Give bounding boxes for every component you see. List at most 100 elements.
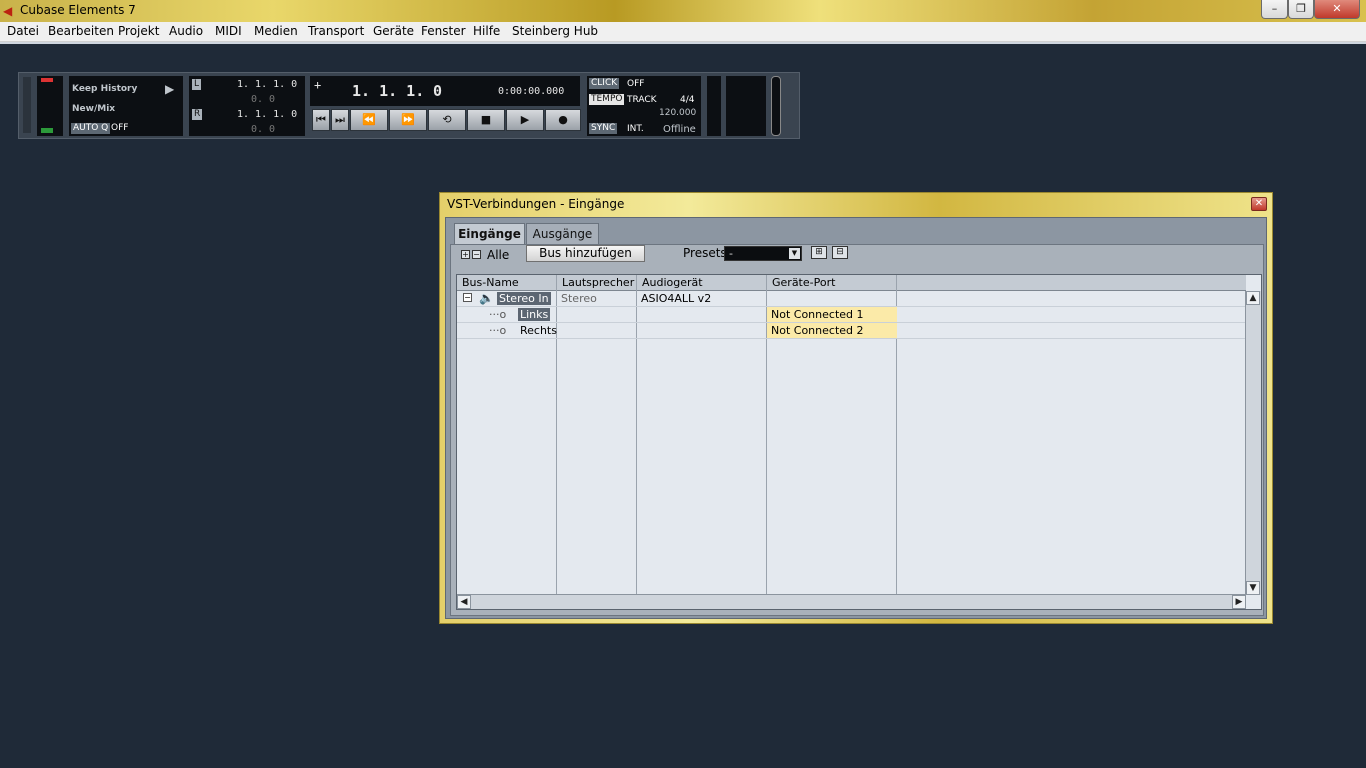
marker-panel (707, 76, 721, 136)
left-locator-value[interactable]: 1. 1. 1. 0 (237, 79, 297, 90)
sync-label[interactable]: SYNC (589, 123, 618, 134)
rewind-button[interactable]: ⏪ (350, 109, 388, 131)
vertical-scrollbar[interactable]: ▲ ▼ (1245, 291, 1261, 595)
sync-status: Offline (663, 124, 696, 135)
app-titlebar: ◀ Cubase Elements 7 – ❐ ✕ (0, 0, 1366, 22)
col-audiogeraet[interactable]: Audiogerät (642, 276, 703, 289)
presets-value: - (729, 247, 733, 260)
device-cell[interactable]: ASIO4ALL v2 (641, 292, 711, 305)
menu-midi[interactable]: MIDI (215, 24, 242, 38)
scroll-up-icon[interactable]: ▲ (1246, 291, 1260, 305)
menu-hilfe[interactable]: Hilfe (473, 24, 500, 38)
right-locator-value[interactable]: 1. 1. 1. 0 (237, 109, 297, 120)
cubase-logo-icon: ◀ (3, 4, 13, 18)
go-to-start-button[interactable]: ⏮ (312, 109, 330, 131)
dialog-close-button[interactable]: ✕ (1251, 197, 1267, 211)
menu-fenster[interactable]: Fenster (421, 24, 466, 38)
dialog-title: VST-Verbindungen - Eingänge (447, 197, 625, 211)
right-locator-sub: 0. 0 (251, 124, 276, 135)
menu-steinberg-hub[interactable]: Steinberg Hub (512, 24, 598, 38)
left-locator-sub: 0. 0 (251, 94, 276, 105)
col-bus-name[interactable]: Bus-Name (462, 276, 519, 289)
scroll-left-icon[interactable]: ◀ (457, 595, 471, 609)
history-newmix[interactable]: New/Mix (72, 104, 115, 114)
nudge-plus-icon[interactable]: + (314, 78, 321, 92)
input-meter (37, 76, 63, 136)
bus-name-cell[interactable]: Stereo In (497, 292, 551, 305)
table-row[interactable]: ···o Rechts Not Connected 2 (457, 323, 1246, 339)
col-geraete-port[interactable]: Geräte-Port (772, 276, 835, 289)
forward-button[interactable]: ⏩ (389, 109, 427, 131)
horizontal-scrollbar[interactable]: ◀ ▶ (457, 594, 1246, 609)
position-display: + 1. 1. 1. 0 0:00:00.000 (310, 76, 580, 106)
app-title: Cubase Elements 7 (20, 3, 136, 17)
menu-geraete[interactable]: Geräte (373, 24, 414, 38)
stop-button[interactable]: ■ (467, 109, 505, 131)
delete-preset-icon[interactable]: ⊟ (832, 246, 848, 259)
table-row[interactable]: ···o Links Not Connected 1 (457, 307, 1246, 323)
bus-name-cell[interactable]: Links (518, 308, 551, 321)
click-value: OFF (627, 79, 645, 89)
toolbar-divider (0, 42, 1366, 44)
volume-slider[interactable] (771, 76, 781, 136)
tab-eingaenge[interactable]: Eingänge (454, 223, 525, 244)
presets-select[interactable]: - ▼ (724, 246, 802, 261)
scroll-right-icon[interactable]: ▶ (1232, 595, 1246, 609)
panel-scroll-handle[interactable] (23, 77, 31, 133)
bus-table: Bus-Name Lautsprecher Audiogerät Geräte-… (456, 274, 1262, 610)
port-cell[interactable]: Not Connected 1 (771, 308, 864, 321)
right-locator-icon[interactable]: R (192, 109, 203, 120)
speaker-icon: 🔈 (479, 291, 494, 305)
position-time[interactable]: 0:00:00.000 (498, 86, 564, 97)
table-row[interactable]: − 🔈 Stereo In Stereo ASIO4ALL v2 (457, 291, 1246, 307)
go-to-end-button[interactable]: ⏭ (331, 109, 349, 131)
menu-audio[interactable]: Audio (169, 24, 203, 38)
save-preset-icon[interactable]: ⊞ (811, 246, 827, 259)
tempo-label[interactable]: TEMPO (589, 94, 625, 105)
expand-all-icon[interactable]: + (461, 250, 470, 259)
speaker-cell[interactable]: Stereo (561, 292, 597, 305)
history-panel: Keep History New/Mix AUTO Q OFF ▶ (69, 76, 183, 136)
record-button[interactable]: ● (545, 109, 581, 131)
port-cell[interactable]: Not Connected 2 (771, 324, 864, 337)
close-button[interactable]: ✕ (1314, 0, 1360, 19)
time-signature[interactable]: 4/4 (680, 95, 694, 105)
maximize-button[interactable]: ❐ (1288, 0, 1314, 19)
collapse-all-icon[interactable]: − (472, 250, 481, 259)
tempo-value[interactable]: 120.000 (659, 108, 696, 118)
table-header: Bus-Name Lautsprecher Audiogerät Geräte-… (457, 275, 1246, 291)
click-label[interactable]: CLICK (589, 78, 620, 89)
click-tempo-sync-panel: CLICK OFF TEMPO TRACK 4/4 120.000 SYNC I… (587, 76, 701, 136)
menu-medien[interactable]: Medien (254, 24, 298, 38)
output-meter (726, 76, 766, 136)
vst-connections-dialog: VST-Verbindungen - Eingänge ✕ Eingänge A… (439, 192, 1273, 624)
tab-ausgaenge[interactable]: Ausgänge (526, 223, 599, 244)
bus-name-cell[interactable]: Rechts (520, 324, 557, 337)
history-play-icon[interactable]: ▶ (165, 82, 174, 96)
history-keep[interactable]: Keep History (72, 84, 137, 94)
col-lautsprecher[interactable]: Lautsprecher (562, 276, 634, 289)
tempo-mode: TRACK (627, 95, 657, 105)
position-bars[interactable]: 1. 1. 1. (352, 82, 424, 100)
channel-connector-icon: ···o (489, 308, 507, 321)
channel-connector-icon: ···o (489, 324, 507, 337)
add-bus-button[interactable]: Bus hinzufügen (526, 245, 645, 262)
scroll-down-icon[interactable]: ▼ (1246, 581, 1260, 595)
menu-bearbeiten[interactable]: Bearbeiten (48, 24, 114, 38)
position-ticks[interactable]: 0 (433, 82, 442, 100)
autoq-value: OFF (111, 123, 129, 133)
menu-projekt[interactable]: Projekt (118, 24, 159, 38)
menu-transport[interactable]: Transport (308, 24, 364, 38)
dialog-body: Eingänge Ausgänge + − Alle Bus hinzufüge… (445, 217, 1267, 619)
chevron-down-icon: ▼ (789, 248, 800, 259)
play-button[interactable]: ▶ (506, 109, 544, 131)
minimize-button[interactable]: – (1261, 0, 1288, 19)
autoq-label[interactable]: AUTO Q (71, 123, 111, 134)
all-label: Alle (487, 248, 510, 262)
menu-datei[interactable]: Datei (7, 24, 39, 38)
sync-mode: INT. (627, 124, 644, 134)
left-locator-icon[interactable]: L (192, 79, 202, 90)
cycle-button[interactable]: ⟲ (428, 109, 466, 131)
presets-label: Presets (683, 246, 727, 260)
collapse-icon[interactable]: − (463, 293, 472, 302)
